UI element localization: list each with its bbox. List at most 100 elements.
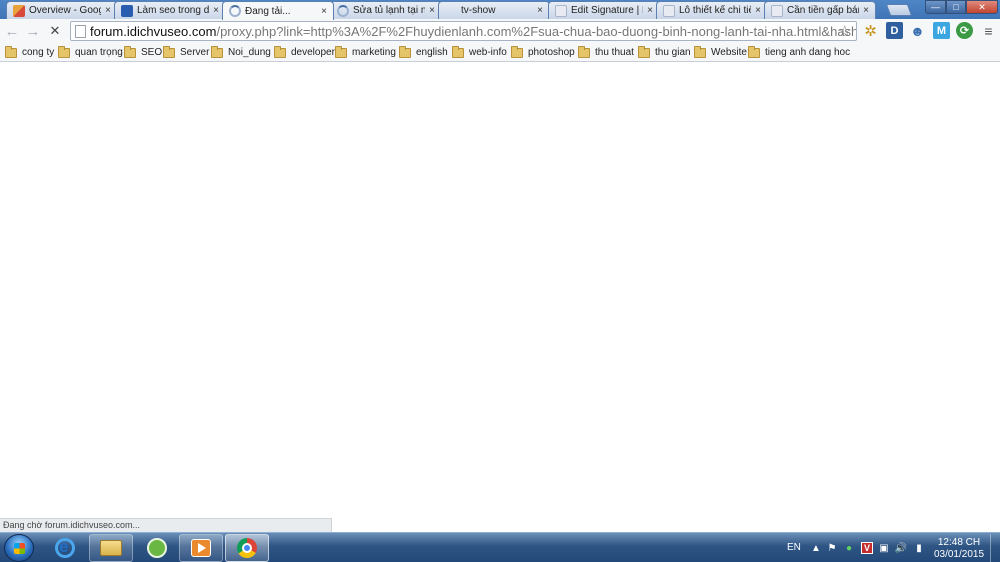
- tab-close-icon[interactable]: ×: [645, 5, 655, 16]
- m-extension-icon[interactable]: M: [933, 22, 950, 39]
- v-tray-icon[interactable]: V: [861, 542, 873, 554]
- close-window-button[interactable]: ✕: [966, 0, 998, 14]
- folder-icon: [399, 45, 411, 58]
- green-tray-icon[interactable]: ●: [843, 542, 855, 554]
- bookmark-folder[interactable]: marketing: [335, 45, 396, 60]
- tab-close-icon[interactable]: ×: [535, 5, 545, 16]
- bookmark-folder[interactable]: quan trọng: [58, 45, 123, 60]
- show-desktop-button[interactable]: [990, 534, 999, 562]
- start-button[interactable]: [4, 534, 34, 562]
- tab-6[interactable]: Lô thiết kế chi tiết ×: [656, 1, 768, 19]
- tab-title: Đang tải...: [245, 5, 291, 17]
- refresh-extension-icon[interactable]: ⟳: [956, 22, 973, 39]
- bookmark-label: thu gian: [655, 47, 691, 58]
- device-tray-icon[interactable]: ▣: [878, 542, 890, 554]
- tab-title: Cần tiền gấp bán: [787, 5, 859, 16]
- forward-arrow-icon[interactable]: →: [24, 22, 42, 40]
- tab-title: Overview - Google: [29, 5, 101, 16]
- loading-spinner-icon: [337, 4, 349, 17]
- folder-icon: [452, 45, 464, 58]
- taskbar-item-media-player[interactable]: [179, 534, 223, 562]
- bookmark-label: photoshop: [528, 47, 575, 58]
- url-path: /proxy.php?link=http%3A%2F%2Fhuydienlanh…: [216, 23, 856, 39]
- tab-3[interactable]: Sửa tủ lạnh tại nhà ×: [330, 1, 442, 19]
- tab-close-icon[interactable]: ×: [861, 5, 871, 16]
- bookmark-label: cong ty: [22, 47, 55, 58]
- address-bar[interactable]: forum.idichvuseo.com/proxy.php?link=http…: [70, 21, 857, 41]
- tab-2-active[interactable]: Đang tải... ×: [222, 1, 334, 20]
- person-extension-icon[interactable]: ☻: [909, 22, 926, 39]
- doc-icon: [555, 4, 567, 17]
- folder-icon: [163, 45, 175, 58]
- tab-1[interactable]: Làm seo trong dịp ×: [114, 1, 226, 19]
- taskbar-item-green-app[interactable]: [135, 534, 179, 562]
- bookmark-folder[interactable]: developer: [274, 45, 335, 60]
- tab-close-icon[interactable]: ×: [319, 6, 329, 17]
- tab-close-icon[interactable]: ×: [753, 5, 763, 16]
- bookmark-folder[interactable]: SEO: [124, 45, 162, 60]
- bookmark-label: marketing: [352, 47, 396, 58]
- bookmark-folder[interactable]: thu thuat: [578, 45, 634, 60]
- folder-icon: [511, 45, 523, 58]
- internet-explorer-icon: [55, 537, 75, 558]
- taskbar-item-explorer[interactable]: [89, 534, 133, 562]
- bookmark-folder[interactable]: photoshop: [511, 45, 575, 60]
- folder-icon: [748, 45, 760, 58]
- blank-icon: [445, 5, 457, 17]
- bookmarks-bar: cong ty quan trọng SEO Server Noi_dung d…: [0, 43, 1000, 62]
- maximize-button[interactable]: □: [946, 0, 966, 14]
- taskbar-item-chrome[interactable]: [225, 534, 269, 562]
- chrome-menu-icon[interactable]: ≡: [980, 22, 997, 39]
- bookmark-folder[interactable]: web-info: [452, 45, 507, 60]
- back-arrow-icon[interactable]: ←: [3, 22, 21, 40]
- bookmark-label: tieng anh dang hoc: [765, 47, 851, 58]
- tab-5[interactable]: Edit Signature | Di ×: [548, 1, 660, 19]
- bookmark-folder[interactable]: tieng anh dang hoc: [748, 45, 850, 60]
- bookmark-folder[interactable]: Server: [163, 45, 209, 60]
- minimize-button[interactable]: —: [925, 0, 946, 14]
- tab-strip: Overview - Google × Làm seo trong dịp × …: [0, 0, 1000, 20]
- bookmark-folder[interactable]: english: [399, 45, 448, 60]
- loading-spinner-icon: [229, 5, 241, 17]
- bookmark-folder[interactable]: thu gian: [638, 45, 691, 60]
- folder-icon: [638, 45, 650, 58]
- tab-close-icon[interactable]: ×: [211, 5, 221, 16]
- volume-icon[interactable]: 🔊: [895, 542, 907, 554]
- bookmark-folder[interactable]: cong ty: [5, 45, 54, 60]
- system-clock[interactable]: 12:48 CH 03/01/2015: [930, 537, 988, 561]
- bookmark-label: Website: [711, 47, 747, 58]
- action-center-flag-icon[interactable]: ⚑: [826, 542, 838, 554]
- taskbar-item-ie[interactable]: [43, 534, 87, 562]
- doc-icon: [771, 4, 783, 17]
- gear-extension-icon[interactable]: ✲: [862, 22, 879, 40]
- folder-icon: [5, 45, 17, 58]
- tab-4[interactable]: tv-show ×: [438, 1, 550, 19]
- tab-0[interactable]: Overview - Google ×: [6, 1, 118, 19]
- clock-time: 12:48 CH: [937, 537, 981, 548]
- d-extension-icon[interactable]: D: [886, 22, 903, 39]
- bookmark-label: web-info: [469, 47, 507, 58]
- bookmark-label: SEO: [141, 47, 163, 58]
- url-host: forum.idichvuseo.com: [90, 23, 217, 39]
- tab-title: Làm seo trong dịp: [137, 5, 209, 16]
- bookmark-star-icon[interactable]: ☆: [838, 22, 851, 40]
- bookmark-folder[interactable]: Noi_dung: [211, 45, 271, 60]
- show-hidden-icons-icon[interactable]: ▲: [810, 542, 822, 554]
- language-indicator[interactable]: EN: [787, 542, 801, 553]
- site-icon: [121, 4, 133, 17]
- folder-icon: [211, 45, 223, 58]
- doc-icon: [663, 4, 675, 17]
- page-icon: [75, 24, 86, 38]
- tab-close-icon[interactable]: ×: [103, 5, 113, 16]
- folder-icon: [578, 45, 590, 58]
- tab-close-icon[interactable]: ×: [427, 5, 437, 16]
- tab-7[interactable]: Cần tiền gấp bán ×: [764, 1, 876, 19]
- bookmark-label: Server: [180, 47, 210, 58]
- network-signal-icon[interactable]: ▮: [913, 542, 925, 554]
- bookmark-folder[interactable]: Website: [694, 45, 747, 60]
- new-tab-button[interactable]: [885, 4, 913, 16]
- green-app-icon: [147, 538, 167, 558]
- stop-loading-icon[interactable]: ✕: [46, 22, 64, 40]
- tab-title: Sửa tủ lạnh tại nhà: [353, 5, 425, 16]
- tab-title: Edit Signature | Di: [571, 5, 643, 16]
